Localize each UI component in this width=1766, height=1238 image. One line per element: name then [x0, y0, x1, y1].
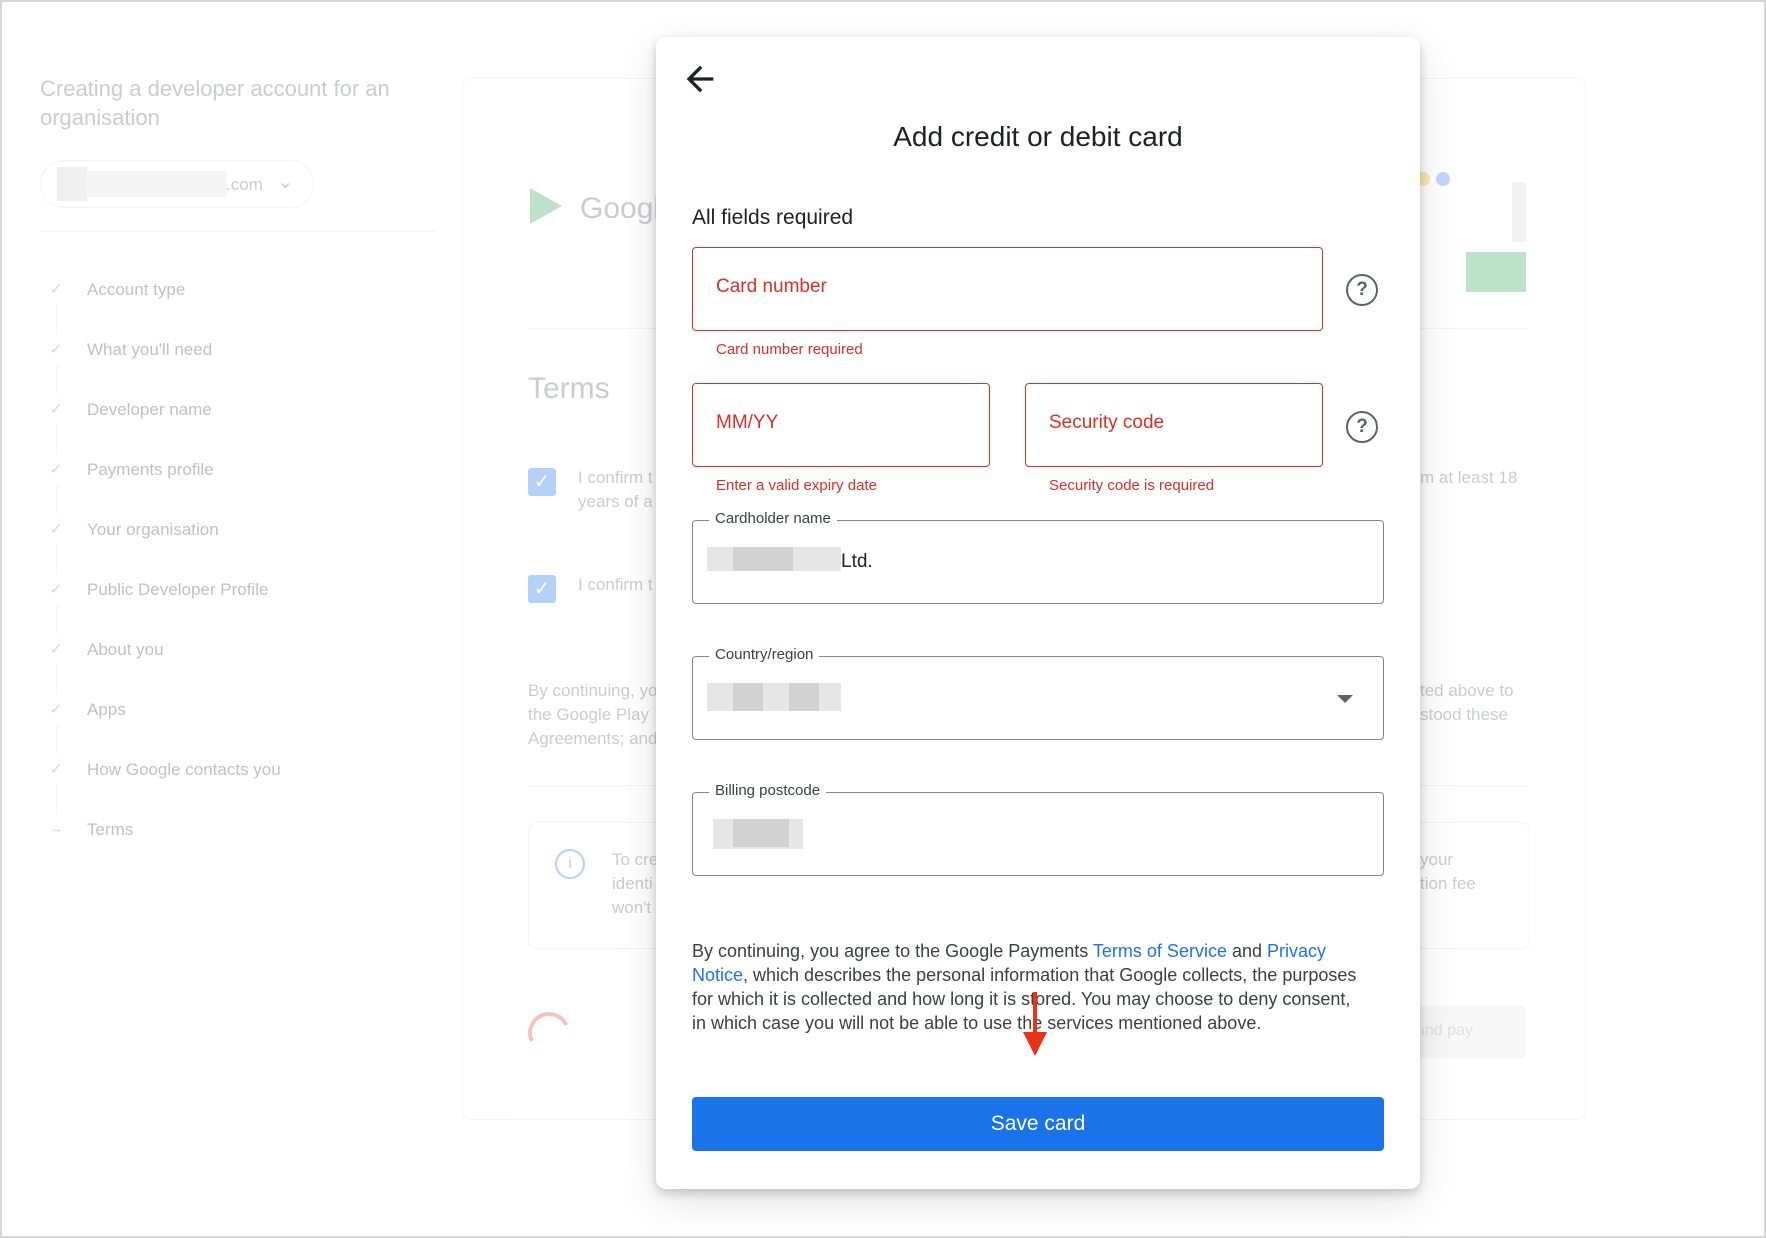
button-label: and pay [1416, 1022, 1473, 1039]
redacted-name [733, 547, 793, 571]
required-note: All fields required [692, 206, 854, 229]
consent-prefix: By continuing, you agree to the Google P… [692, 941, 1093, 961]
step-rail [56, 604, 57, 634]
redacted-country [733, 683, 763, 711]
country-label: Country/region [709, 646, 820, 663]
step-label: Apps [87, 700, 126, 719]
check-icon: ✓ [49, 401, 63, 418]
redacted-country [789, 683, 819, 711]
google-play-logo-icon [530, 188, 562, 224]
postcode-label: Billing postcode [709, 782, 827, 799]
step-label: Your organisation [87, 520, 219, 539]
help-icon[interactable]: ? [1346, 411, 1378, 443]
terms-of-service-link[interactable]: Terms of Service [1093, 941, 1227, 961]
card-number-error: Card number required [716, 341, 863, 358]
consent-text: By continuing, you agree to the Google P… [692, 939, 1362, 1035]
add-card-dialog: Add credit or debit card All fields requ… [656, 37, 1420, 1189]
continuing-text: By continuing, yo [528, 681, 658, 700]
confirm-age-text-line2: years of a [578, 492, 653, 511]
step-label: Account type [87, 280, 186, 299]
step-label: Public Developer Profile [87, 580, 269, 599]
dialog-title: Add credit or debit card [893, 121, 1183, 152]
redacted-country [707, 683, 841, 711]
caret-down-icon [1337, 695, 1353, 703]
continuing-text-right: stood these [1420, 705, 1508, 724]
security-code-field[interactable]: Security code [1025, 383, 1323, 467]
step-rail [56, 544, 57, 574]
redacted-avatar [57, 167, 87, 201]
page-title: Creating a developer account for an orga… [40, 76, 390, 130]
cardholder-value: Ltd. [841, 551, 873, 572]
illustration [1416, 152, 1526, 292]
country-select[interactable]: Country/region [692, 646, 1384, 740]
step-rail [56, 424, 57, 454]
check-icon: ✓ [49, 641, 63, 658]
save-card-button[interactable]: Save card [692, 1097, 1384, 1151]
confirm-age-text-end: m at least 18 [1420, 468, 1518, 487]
card-number-placeholder: Card number [716, 276, 827, 297]
divider [40, 231, 435, 232]
expiry-placeholder: MM/YY [716, 412, 779, 433]
redacted-postcode [733, 819, 789, 847]
step-label: Developer name [87, 400, 212, 419]
consent-suffix: , which describes the personal informati… [692, 965, 1357, 1033]
card-number-field[interactable]: Card number [692, 247, 1323, 331]
continuing-text: the Google Play [528, 705, 649, 724]
step-rail [56, 664, 57, 694]
continuing-text: Agreements; and [528, 729, 658, 748]
confirm-terms-text: I confirm t [578, 575, 653, 594]
annotation-arrow-icon [1033, 992, 1037, 1037]
step-rail [56, 304, 57, 334]
security-code-error: Security code is required [1049, 477, 1215, 494]
annotation-arrow-head-icon [1023, 1032, 1047, 1056]
check-icon: ✓ [49, 281, 63, 298]
info-text: identi [612, 874, 653, 893]
arrow-right-icon: → [48, 820, 64, 837]
account-selector[interactable]: .com ⌄ [40, 160, 314, 208]
security-code-placeholder: Security code [1049, 412, 1165, 433]
back-arrow-icon[interactable] [680, 59, 720, 99]
step-label: Payments profile [87, 460, 214, 479]
continuing-text-right: ted above to [1420, 681, 1514, 700]
step-rail [56, 364, 57, 394]
step-rail [56, 784, 57, 814]
step-label: About you [87, 640, 164, 659]
account-suffix: .com [226, 175, 263, 194]
step-rail [56, 484, 57, 514]
info-icon: i [555, 849, 585, 879]
help-icon[interactable]: ? [1346, 274, 1378, 306]
cardholder-label: Cardholder name [709, 510, 837, 527]
cardholder-name-field[interactable]: Cardholder name Ltd. [692, 510, 1384, 604]
check-icon: ✓ [49, 581, 63, 598]
expiry-error: Enter a valid expiry date [716, 477, 877, 494]
consent-and: and [1226, 941, 1268, 961]
confirm-age-text: I confirm t [578, 468, 653, 487]
check-icon: ✓ [49, 521, 63, 538]
step-label: What you'll need [87, 340, 213, 359]
check-icon: ✓ [49, 461, 63, 478]
step-label: How Google contacts you [87, 760, 281, 779]
section-heading: Terms [528, 372, 610, 405]
step-rail [56, 724, 57, 754]
expiry-field[interactable]: MM/YY [692, 383, 990, 467]
info-text: To cre [612, 850, 659, 869]
confirm-terms-checkbox[interactable]: ✓ [528, 575, 556, 603]
info-text-right: your [1420, 850, 1454, 869]
chevron-down-icon: ⌄ [277, 171, 294, 193]
step-label: Terms [87, 820, 134, 839]
check-icon: ✓ [49, 761, 63, 778]
confirm-age-checkbox[interactable]: ✓ [528, 468, 556, 496]
billing-postcode-field[interactable]: Billing postcode [692, 782, 1384, 876]
check-icon: ✓ [49, 341, 63, 358]
logo-text: Googl [580, 192, 661, 225]
info-text-right: tion fee [1420, 874, 1476, 893]
info-text: won't [612, 898, 652, 917]
check-icon: ✓ [49, 701, 63, 718]
